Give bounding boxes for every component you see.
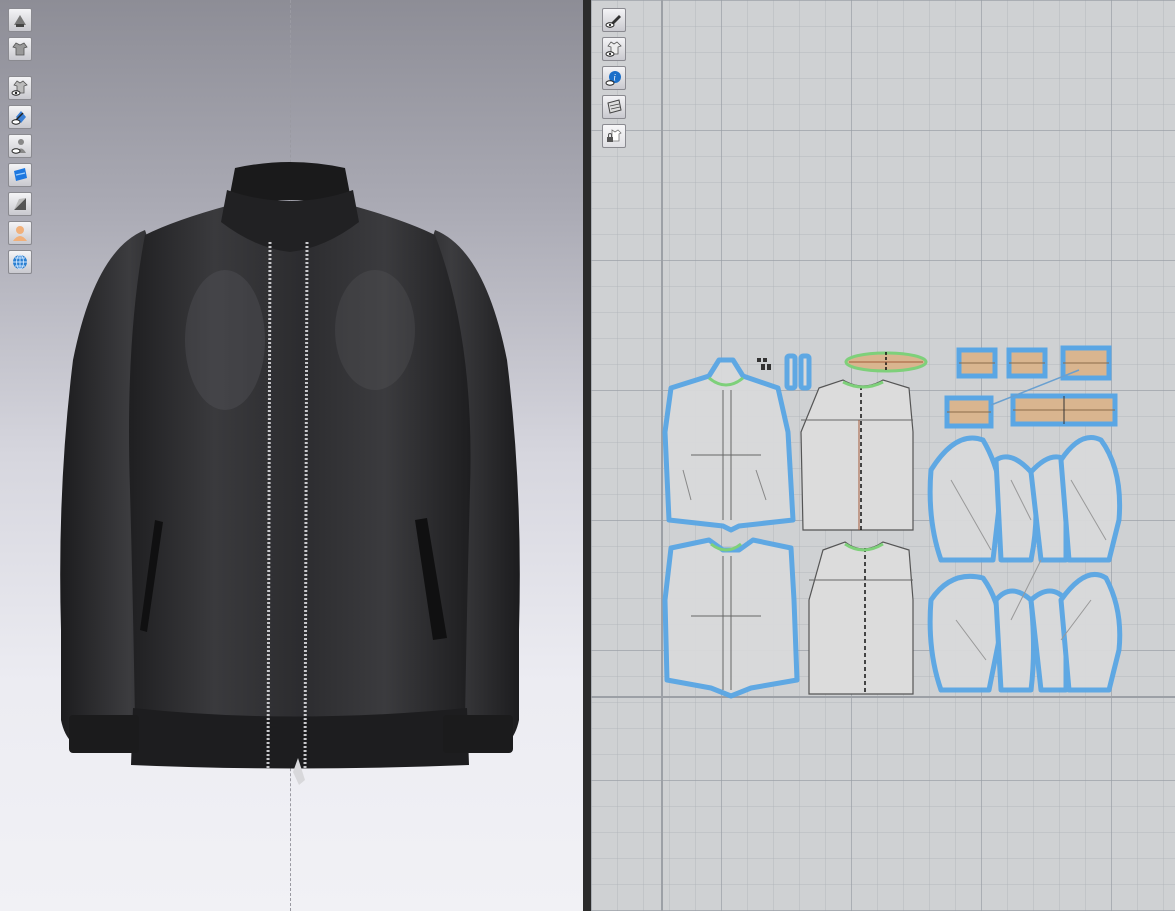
sleeve-piece-6 xyxy=(993,588,1036,693)
avatar-display-icon[interactable] xyxy=(8,8,32,32)
environment-icon[interactable] xyxy=(8,250,32,274)
2d-pattern-view[interactable]: i xyxy=(591,0,1175,911)
back-panel-upper xyxy=(800,379,914,531)
panel-divider[interactable] xyxy=(583,0,591,911)
sleeve-piece-1 xyxy=(927,435,1004,563)
shading-icon[interactable] xyxy=(8,192,32,216)
toolbar-3d xyxy=(8,8,32,279)
show-avatar-icon[interactable] xyxy=(8,105,32,129)
garment-display-icon[interactable] xyxy=(8,37,32,61)
jacket-3d-model[interactable] xyxy=(55,160,525,790)
avatar-silhouette-icon[interactable] xyxy=(8,134,32,158)
pattern-pieces[interactable] xyxy=(591,0,1175,911)
3d-view[interactable] xyxy=(0,0,583,911)
zipper-strip-b xyxy=(798,353,812,391)
show-garment-icon[interactable] xyxy=(8,76,32,100)
zipper-strip-a xyxy=(784,353,798,391)
skin-icon[interactable] xyxy=(8,221,32,245)
back-panel-lower xyxy=(808,541,914,695)
sleeve-piece-4 xyxy=(1058,435,1123,563)
sleeve-piece-8 xyxy=(1058,572,1123,693)
texture-icon[interactable] xyxy=(8,163,32,187)
